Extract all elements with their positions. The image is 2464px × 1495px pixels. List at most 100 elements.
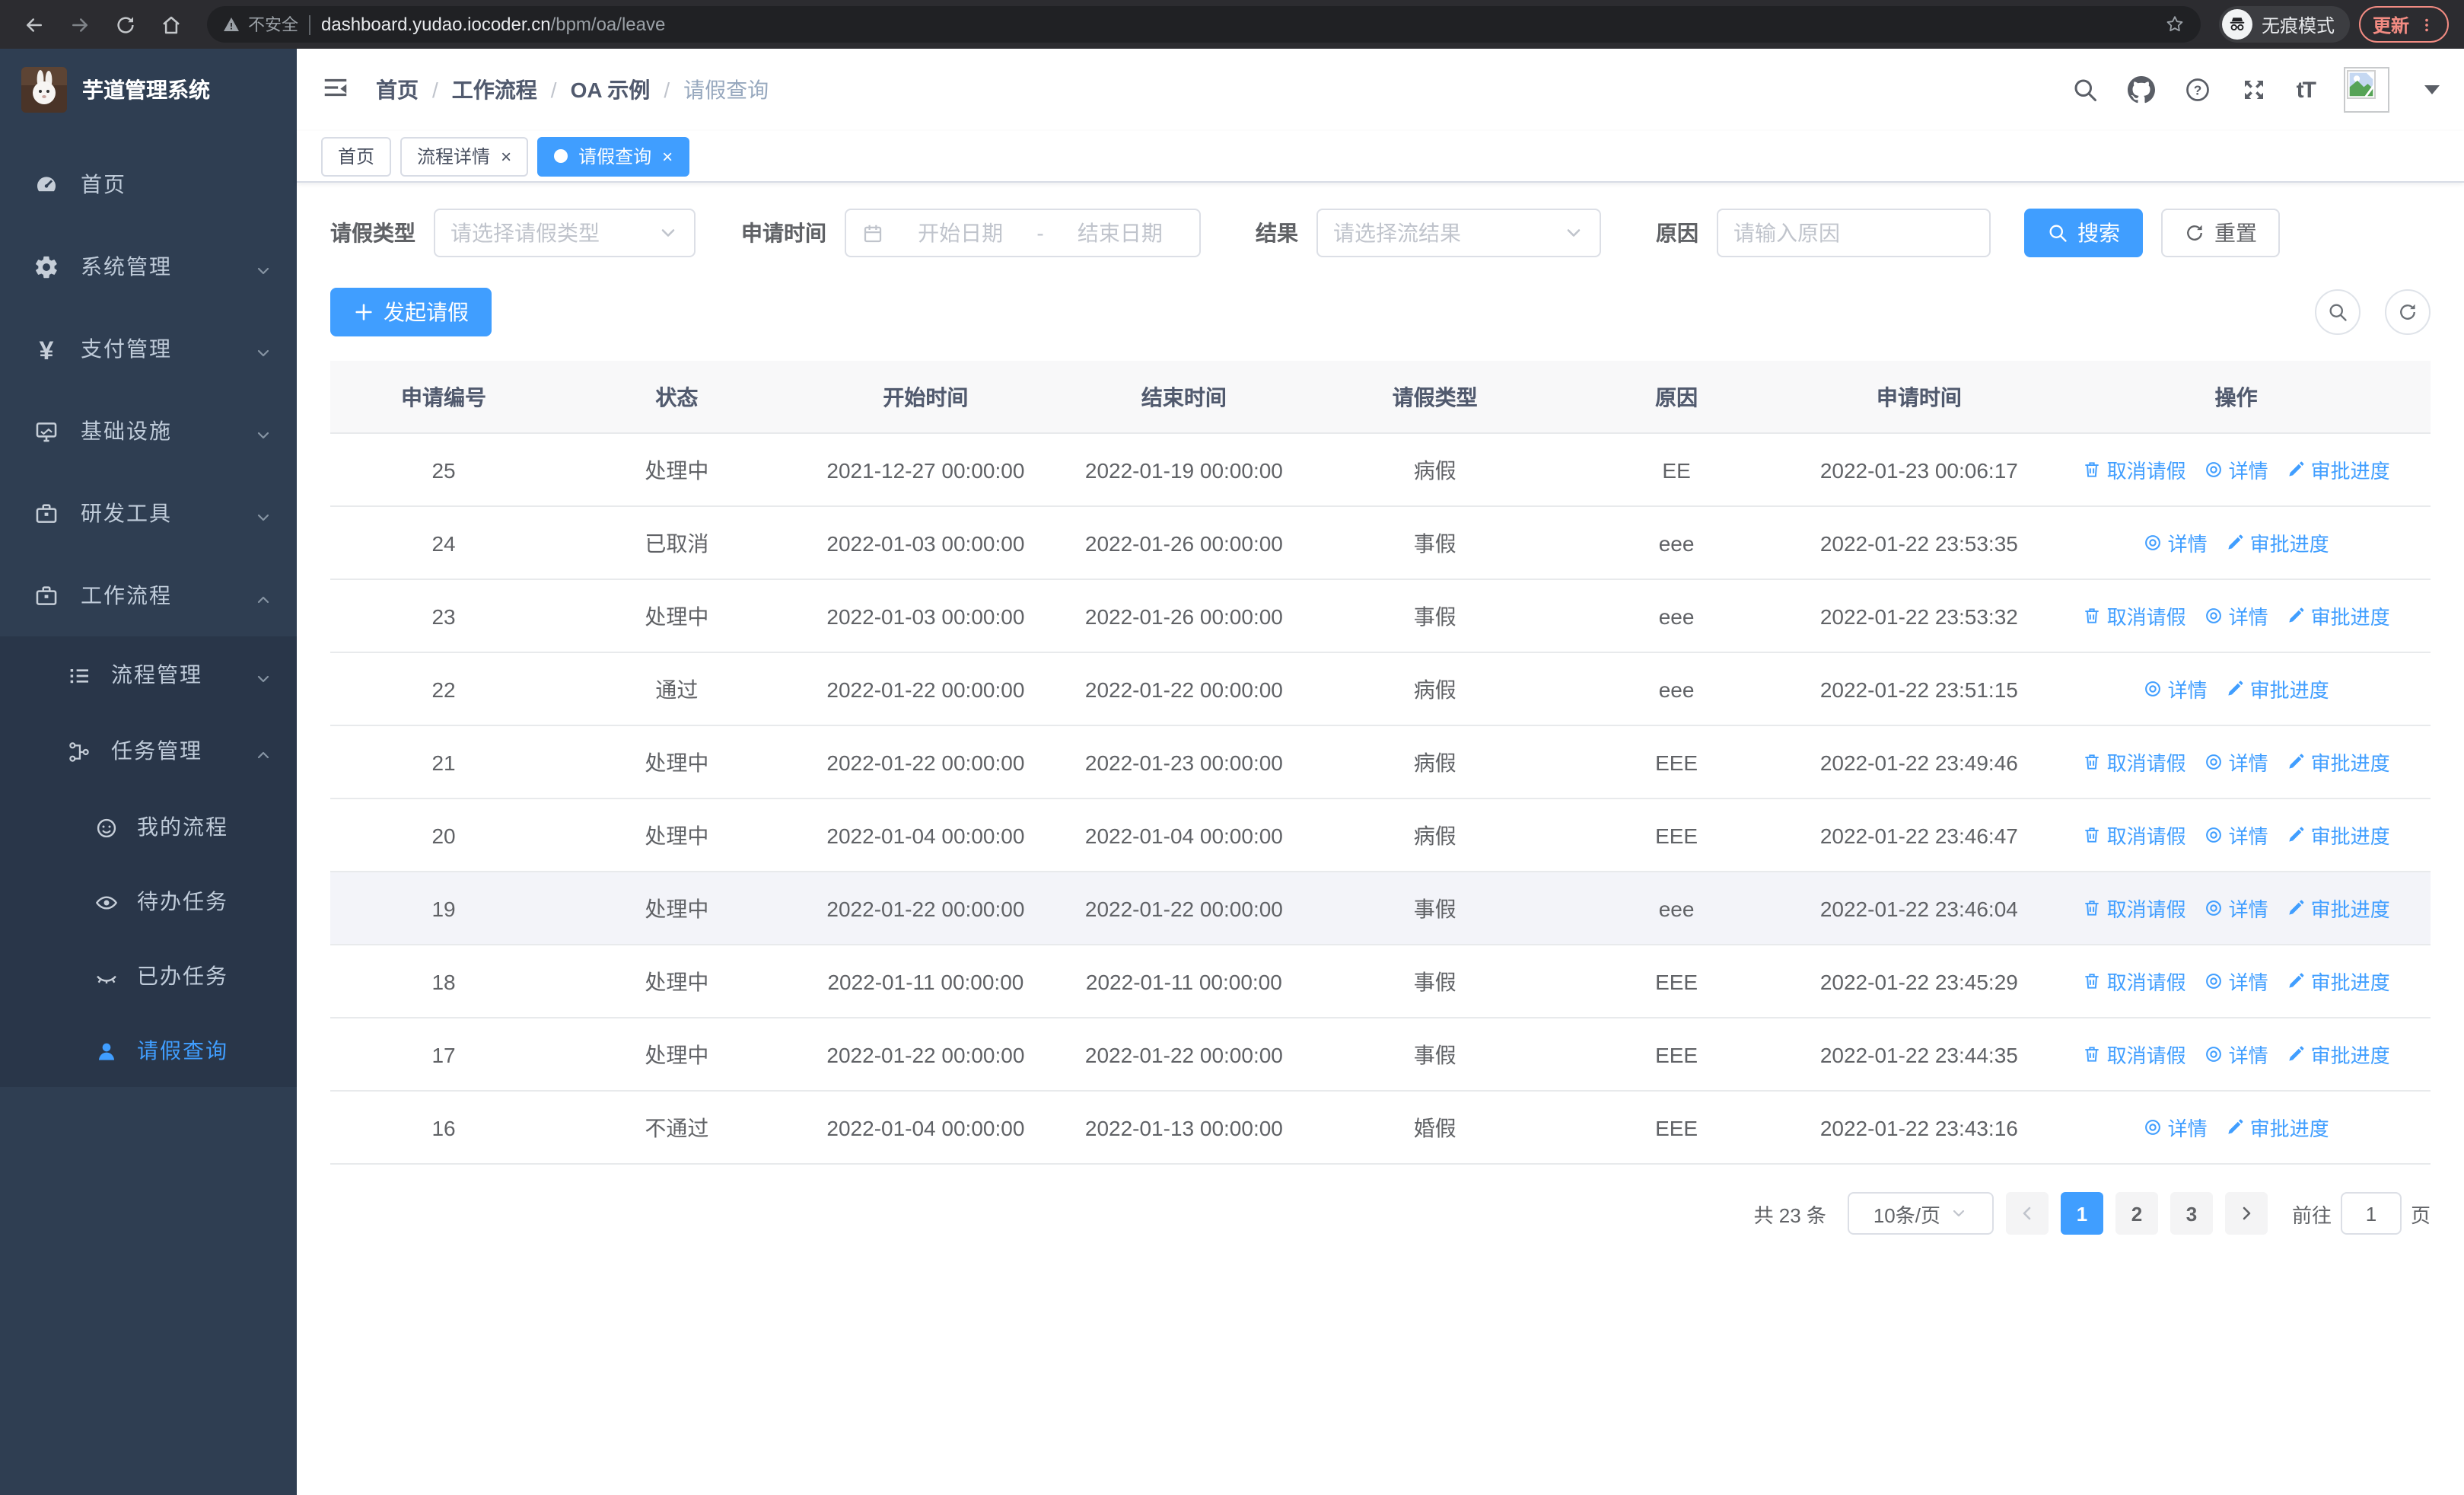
- back-icon[interactable]: [15, 6, 52, 43]
- cancel-leave-link[interactable]: 取消请假: [2083, 1040, 2186, 1069]
- row-actions: 取消请假 详情 审批进度: [2042, 945, 2431, 1017]
- sidebar-item-payment[interactable]: ¥ 支付管理: [0, 308, 297, 390]
- progress-link[interactable]: 审批进度: [2226, 1113, 2329, 1142]
- forward-icon[interactable]: [61, 6, 97, 43]
- page-button-1[interactable]: 1: [2060, 1192, 2103, 1235]
- detail-link[interactable]: 详情: [2205, 1040, 2268, 1069]
- detail-link[interactable]: 详情: [2205, 821, 2268, 850]
- url-text[interactable]: dashboard.yudao.iocoder.cn/bpm/oa/leave: [321, 14, 665, 35]
- breadcrumb-oa-example[interactable]: OA 示例: [571, 75, 651, 105]
- detail-link[interactable]: 详情: [2205, 894, 2268, 923]
- search-toggle-icon[interactable]: [2315, 289, 2361, 335]
- chevron-left-icon: [2018, 1204, 2036, 1222]
- url-divider: [309, 14, 310, 34]
- detail-link[interactable]: 详情: [2205, 967, 2268, 996]
- progress-link[interactable]: 审批进度: [2226, 528, 2329, 557]
- search-icon[interactable]: [2071, 76, 2099, 104]
- delete-icon: [2083, 1044, 2103, 1064]
- leave-type-select[interactable]: 请选择请假类型: [434, 209, 696, 257]
- next-page-button[interactable]: [2224, 1192, 2268, 1235]
- create-leave-button[interactable]: 发起请假: [330, 288, 492, 336]
- cancel-leave-link[interactable]: 取消请假: [2083, 601, 2186, 630]
- reason-input[interactable]: [1733, 221, 1974, 245]
- reason-label: 原因: [1656, 221, 1698, 245]
- star-icon[interactable]: [2164, 11, 2185, 38]
- view-icon: [2205, 825, 2224, 845]
- sidebar-item-done-tasks[interactable]: 已办任务: [0, 938, 297, 1012]
- close-icon[interactable]: ×: [662, 147, 673, 165]
- close-icon[interactable]: ×: [501, 147, 511, 165]
- sidebar-item-process-mgmt[interactable]: 流程管理: [0, 636, 297, 712]
- detail-link[interactable]: 详情: [2205, 748, 2268, 776]
- tab-process-detail[interactable]: 流程详情 ×: [400, 136, 529, 176]
- progress-link[interactable]: 审批进度: [2287, 748, 2390, 776]
- result-select[interactable]: 请选择流结果: [1316, 209, 1601, 257]
- avatar[interactable]: [2344, 67, 2389, 113]
- tab-home[interactable]: 首页: [321, 136, 392, 176]
- help-icon[interactable]: [2184, 76, 2211, 104]
- goto-page-input[interactable]: [2340, 1192, 2402, 1235]
- detail-link[interactable]: 详情: [2205, 601, 2268, 630]
- tab-leave-query[interactable]: 请假查询 ×: [537, 136, 690, 176]
- page-button-3[interactable]: 3: [2170, 1192, 2213, 1235]
- search-form: 请假类型 请选择请假类型 申请时间 开始日期 - 结束日期 结果 请选择流结果: [330, 209, 2431, 257]
- app-logo[interactable]: 芋道管理系统: [0, 49, 297, 128]
- sidebar-item-devtools[interactable]: 研发工具: [0, 472, 297, 554]
- refresh-icon[interactable]: [2385, 289, 2431, 335]
- cancel-leave-link[interactable]: 取消请假: [2083, 821, 2186, 850]
- security-warning[interactable]: 不安全: [222, 12, 298, 37]
- address-bar[interactable]: 不安全 dashboard.yudao.iocoder.cn/bpm/oa/le…: [207, 6, 2201, 43]
- page-button-2[interactable]: 2: [2115, 1192, 2158, 1235]
- progress-link[interactable]: 审批进度: [2226, 674, 2329, 703]
- progress-link[interactable]: 审批进度: [2287, 1040, 2390, 1069]
- breadcrumb-workflow[interactable]: 工作流程: [452, 75, 537, 105]
- detail-link[interactable]: 详情: [2144, 674, 2208, 703]
- end-date-input[interactable]: 结束日期: [1056, 218, 1184, 248]
- page-size-select[interactable]: 10条/页: [1847, 1192, 1994, 1235]
- progress-link[interactable]: 审批进度: [2287, 601, 2390, 630]
- view-icon: [2144, 679, 2163, 699]
- sidebar-item-todo-tasks[interactable]: 待办任务: [0, 863, 297, 938]
- sidebar-item-leave-query[interactable]: 请假查询: [0, 1012, 297, 1087]
- sidebar-item-system[interactable]: 系统管理: [0, 225, 297, 308]
- prev-page-button[interactable]: [2005, 1192, 2049, 1235]
- progress-link[interactable]: 审批进度: [2287, 967, 2390, 996]
- more-menu-icon[interactable]: [2418, 16, 2435, 33]
- github-icon[interactable]: [2128, 76, 2155, 104]
- sidebar-item-home[interactable]: 首页: [0, 143, 297, 225]
- cancel-leave-link[interactable]: 取消请假: [2083, 455, 2186, 484]
- sidebar-item-my-process[interactable]: 我的流程: [0, 789, 297, 863]
- detail-link[interactable]: 详情: [2205, 455, 2268, 484]
- fullscreen-icon[interactable]: [2240, 76, 2268, 104]
- detail-link[interactable]: 详情: [2144, 528, 2208, 557]
- progress-link[interactable]: 审批进度: [2287, 455, 2390, 484]
- cancel-leave-link[interactable]: 取消请假: [2083, 967, 2186, 996]
- reset-button[interactable]: 重置: [2161, 209, 2280, 257]
- sidebar-item-task-mgmt[interactable]: 任务管理: [0, 712, 297, 789]
- progress-link[interactable]: 审批进度: [2287, 821, 2390, 850]
- detail-link[interactable]: 详情: [2144, 1113, 2208, 1142]
- sidebar-item-infra[interactable]: 基础设施: [0, 390, 297, 472]
- search-button[interactable]: 搜索: [2024, 209, 2143, 257]
- apply-time-label: 申请时间: [741, 221, 826, 245]
- browser-update-button[interactable]: 更新: [2358, 6, 2449, 43]
- home-icon[interactable]: [152, 6, 189, 43]
- broken-image-icon: [2347, 70, 2376, 99]
- edit-pen-icon: [2226, 679, 2246, 699]
- chevron-down-icon: [254, 339, 272, 358]
- table-toolbar: 发起请假: [330, 288, 2431, 336]
- delete-icon: [2083, 752, 2103, 772]
- breadcrumb-home[interactable]: 首页: [376, 75, 419, 105]
- cancel-leave-link[interactable]: 取消请假: [2083, 748, 2186, 776]
- cancel-leave-link[interactable]: 取消请假: [2083, 894, 2186, 923]
- reload-icon[interactable]: [107, 6, 143, 43]
- edit-pen-icon: [2287, 460, 2306, 480]
- caret-down-icon[interactable]: [2424, 85, 2440, 94]
- progress-link[interactable]: 审批进度: [2287, 894, 2390, 923]
- fold-icon[interactable]: [321, 73, 355, 107]
- row-actions: 取消请假 详情 审批进度: [2042, 726, 2431, 798]
- apply-time-range-picker[interactable]: 开始日期 - 结束日期: [845, 209, 1201, 257]
- start-date-input[interactable]: 开始日期: [896, 218, 1024, 248]
- fontsize-icon[interactable]: tT: [2297, 77, 2316, 103]
- sidebar-item-workflow[interactable]: 工作流程: [0, 554, 297, 636]
